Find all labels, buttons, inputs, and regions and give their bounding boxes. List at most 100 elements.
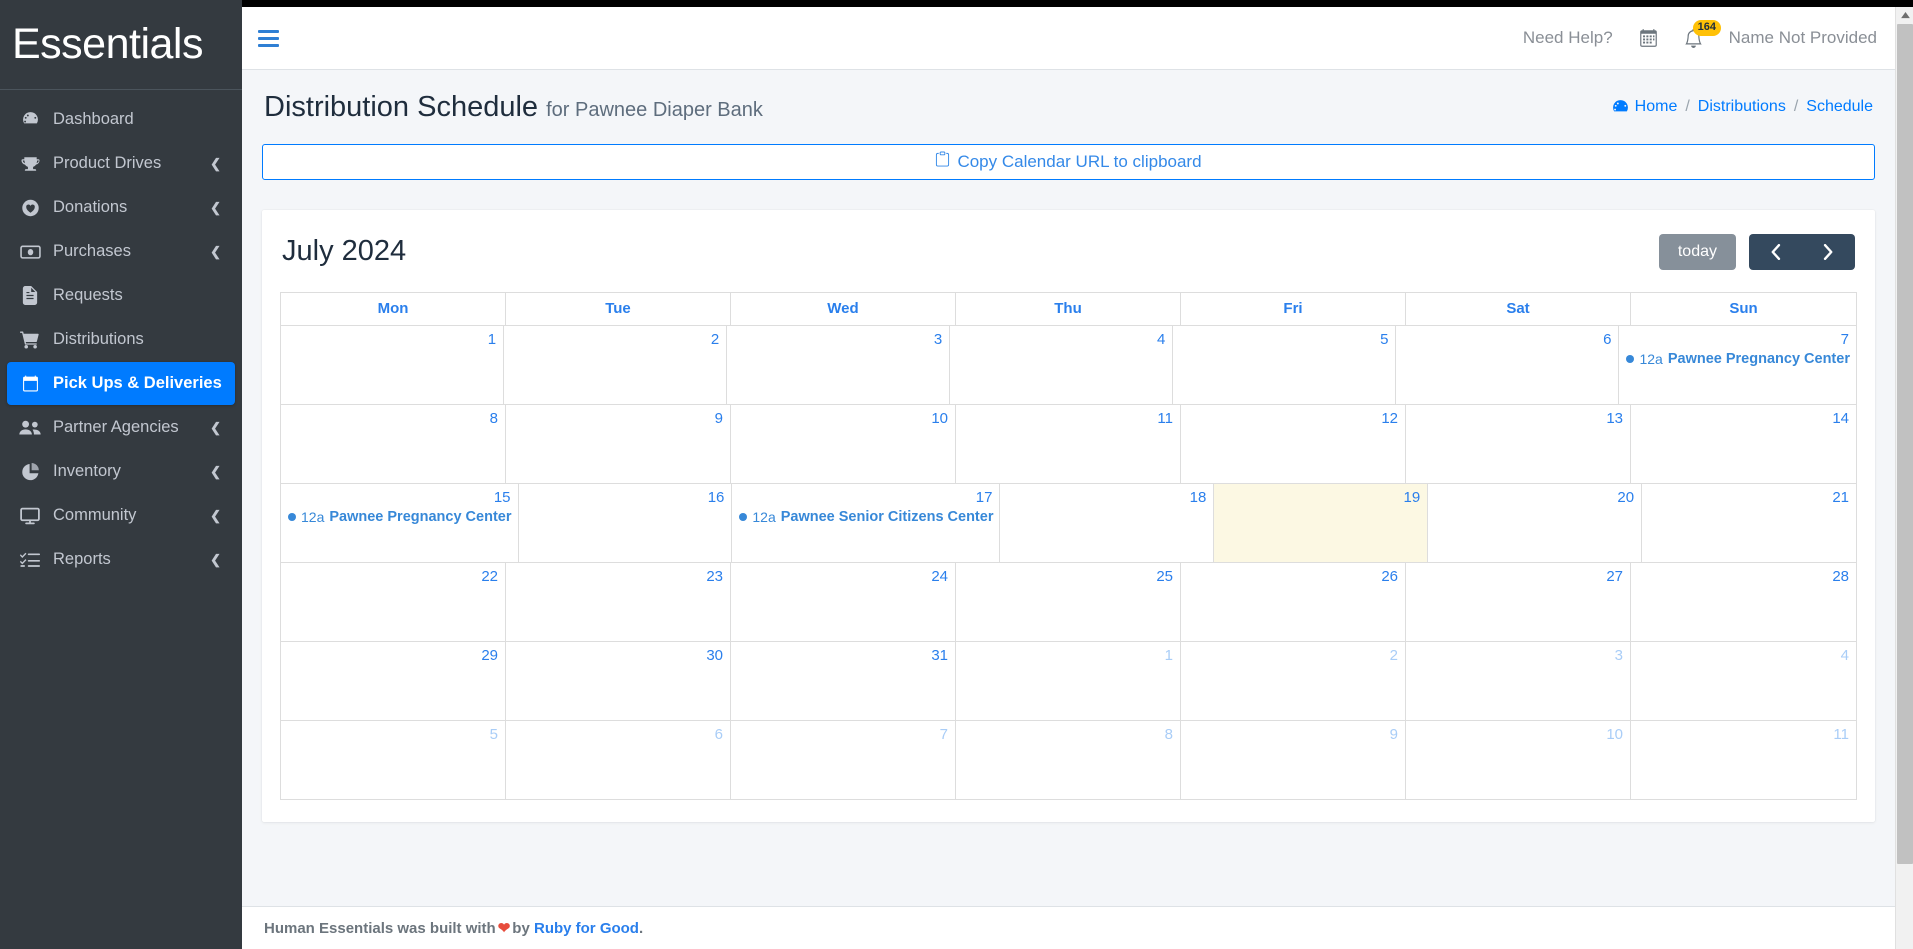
calendar-day-number[interactable]: 11 — [1631, 724, 1856, 744]
calendar-day-number[interactable]: 6 — [506, 724, 730, 744]
sidebar-item-partner-agencies[interactable]: Partner Agencies ❮ — [7, 406, 235, 449]
calendar-day-number[interactable]: 5 — [1173, 329, 1395, 349]
calendar-day-cell[interactable]: 28 — [1631, 563, 1856, 642]
calendar-day-number[interactable]: 28 — [1631, 566, 1856, 586]
copy-calendar-url-button[interactable]: Copy Calendar URL to clipboard — [262, 143, 1875, 180]
calendar-day-cell[interactable]: 23 — [506, 562, 731, 642]
calendar-day-cell[interactable]: 11 — [1631, 721, 1856, 800]
calendar-event[interactable]: 12a Pawnee Pregnancy Center — [282, 508, 517, 526]
calendar-day-cell[interactable]: 12 — [1181, 404, 1406, 484]
calendar-day-cell[interactable]: 14 — [1631, 405, 1856, 484]
calendar-day-cell[interactable]: 8 — [956, 720, 1181, 800]
calendar-event[interactable]: 12a Pawnee Pregnancy Center — [1620, 350, 1855, 368]
calendar-day-cell[interactable]: 27 — [1406, 562, 1631, 642]
need-help-link[interactable]: Need Help? — [1523, 28, 1613, 48]
calendar-day-number[interactable]: 9 — [1181, 724, 1405, 744]
sidebar-item-dashboard[interactable]: Dashboard — [7, 98, 235, 141]
breadcrumb-item-distributions[interactable]: Distributions — [1698, 98, 1786, 116]
calendar-day-cell[interactable]: 24 — [731, 562, 956, 642]
calendar-day-cell[interactable]: 1 — [281, 325, 505, 405]
calendar-day-number[interactable]: 14 — [1631, 408, 1856, 428]
calendar-day-number[interactable]: 5 — [281, 724, 505, 744]
calendar-day-cell[interactable]: 30 — [506, 641, 731, 721]
next-month-button[interactable] — [1802, 233, 1855, 270]
calendar-day-number[interactable]: 8 — [956, 724, 1180, 744]
sidebar-item-product-drives[interactable]: Product Drives ❮ — [7, 142, 235, 185]
calendar-day-number[interactable]: 7 — [1619, 329, 1856, 349]
calendar-day-number[interactable]: 23 — [506, 566, 730, 586]
calendar-day-cell[interactable]: 17 12a Pawnee Senior Citizens Center — [732, 483, 1001, 563]
calendar-day-number[interactable]: 12 — [1181, 408, 1405, 428]
sidebar-item-requests[interactable]: Requests — [7, 274, 235, 317]
user-name-label[interactable]: Name Not Provided — [1729, 28, 1877, 48]
calendar-day-cell[interactable]: 8 — [281, 404, 506, 484]
calendar-day-number[interactable]: 1 — [956, 645, 1180, 665]
brand-logo[interactable]: Essentials — [0, 0, 242, 90]
calendar-day-number[interactable]: 3 — [727, 329, 949, 349]
calendar-day-cell[interactable]: 7 — [731, 720, 956, 800]
calendar-day-number[interactable]: 8 — [281, 408, 505, 428]
calendar-day-number[interactable]: 18 — [1000, 487, 1213, 507]
calendar-day-number[interactable]: 9 — [506, 408, 730, 428]
breadcrumb-item-home[interactable]: Home — [1611, 98, 1677, 116]
sidebar-item-purchases[interactable]: Purchases ❮ — [7, 230, 235, 273]
calendar-event[interactable]: 12a Pawnee Senior Citizens Center — [733, 508, 998, 526]
sidebar-item-reports[interactable]: Reports ❮ — [7, 538, 235, 581]
calendar-day-number[interactable]: 16 — [519, 487, 732, 507]
calendar-day-cell[interactable]: 20 — [1428, 483, 1643, 563]
calendar-day-number[interactable]: 2 — [504, 329, 726, 349]
calendar-day-number[interactable]: 4 — [1631, 645, 1856, 665]
calendar-day-number[interactable]: 30 — [506, 645, 730, 665]
hamburger-icon[interactable] — [256, 26, 282, 50]
calendar-day-number[interactable]: 1 — [281, 329, 503, 349]
calendar-day-number[interactable]: 19 — [1214, 487, 1427, 507]
calendar-alt-icon[interactable] — [1639, 28, 1658, 48]
calendar-day-cell[interactable]: 3 — [727, 325, 951, 405]
calendar-day-cell[interactable]: 18 — [1000, 483, 1215, 563]
calendar-day-cell[interactable]: 10 — [731, 404, 956, 484]
sidebar-item-pick-ups-deliveries[interactable]: Pick Ups & Deliveries — [7, 362, 235, 405]
calendar-day-cell[interactable]: 11 — [956, 404, 1181, 484]
calendar-day-cell[interactable]: 6 — [506, 720, 731, 800]
calendar-day-number[interactable]: 15 — [281, 487, 518, 507]
calendar-day-number[interactable]: 10 — [1406, 724, 1630, 744]
calendar-day-number[interactable]: 24 — [731, 566, 955, 586]
calendar-day-cell[interactable]: 10 — [1406, 720, 1631, 800]
calendar-day-number[interactable]: 22 — [281, 566, 505, 586]
sidebar-item-community[interactable]: Community ❮ — [7, 494, 235, 537]
calendar-day-cell[interactable]: 21 — [1642, 484, 1856, 563]
ruby-for-good-link[interactable]: Ruby for Good — [534, 920, 639, 937]
calendar-day-number[interactable]: 26 — [1181, 566, 1405, 586]
calendar-day-cell[interactable]: 19 — [1214, 483, 1429, 563]
calendar-day-cell[interactable]: 13 — [1406, 404, 1631, 484]
calendar-day-cell[interactable]: 5 — [1173, 325, 1397, 405]
sidebar-item-donations[interactable]: Donations ❮ — [7, 186, 235, 229]
calendar-day-cell[interactable]: 16 — [518, 483, 733, 563]
calendar-day-cell[interactable]: 31 — [731, 641, 956, 721]
calendar-day-cell[interactable]: 1 — [956, 641, 1181, 721]
calendar-day-number[interactable]: 13 — [1406, 408, 1630, 428]
calendar-day-number[interactable]: 27 — [1406, 566, 1630, 586]
calendar-day-number[interactable]: 17 — [732, 487, 999, 507]
calendar-day-number[interactable]: 2 — [1181, 645, 1405, 665]
calendar-day-cell[interactable]: 6 — [1396, 325, 1620, 405]
notifications-button[interactable]: 164 — [1684, 19, 1722, 48]
calendar-day-cell[interactable]: 7 12a Pawnee Pregnancy Center — [1619, 326, 1856, 405]
calendar-day-cell[interactable]: 3 — [1406, 641, 1631, 721]
calendar-day-number[interactable]: 29 — [281, 645, 505, 665]
calendar-day-number[interactable]: 3 — [1406, 645, 1630, 665]
calendar-day-cell[interactable]: 25 — [956, 562, 1181, 642]
calendar-day-number[interactable]: 7 — [731, 724, 955, 744]
calendar-day-cell[interactable]: 22 — [281, 562, 506, 642]
calendar-day-cell[interactable]: 9 — [1181, 720, 1406, 800]
calendar-day-number[interactable]: 6 — [1396, 329, 1618, 349]
calendar-day-cell[interactable]: 2 — [504, 325, 728, 405]
calendar-day-cell[interactable]: 9 — [506, 404, 731, 484]
calendar-day-number[interactable]: 21 — [1642, 487, 1856, 507]
scrollbar-thumb[interactable] — [1897, 24, 1913, 864]
prev-month-button[interactable] — [1749, 233, 1802, 270]
calendar-day-number[interactable]: 31 — [731, 645, 955, 665]
sidebar-item-distributions[interactable]: Distributions — [7, 318, 235, 361]
scroll-up-arrow-icon[interactable] — [1896, 7, 1913, 24]
calendar-day-cell[interactable]: 29 — [281, 641, 506, 721]
